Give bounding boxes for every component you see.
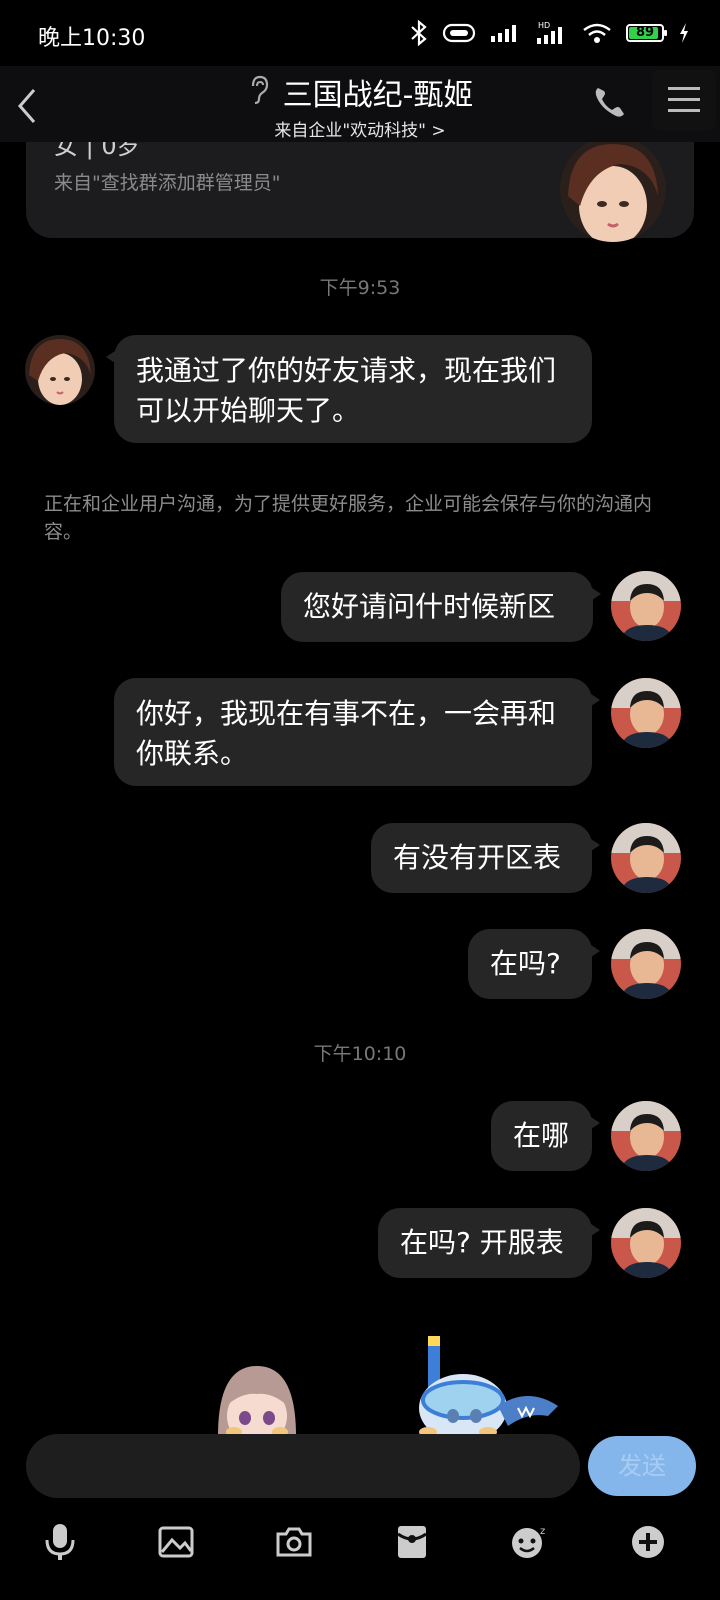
chat-header: 三国战纪-甄姬 来自企业"欢动科技" > (0, 66, 720, 142)
chat-toolbar: z (0, 1514, 720, 1584)
svg-text:HD: HD (538, 21, 550, 30)
profile-source: 来自"查找群添加群管理员" (54, 172, 281, 194)
status-bar: 晚上10:30 HD 89 (0, 0, 720, 70)
plus-icon[interactable] (620, 1514, 676, 1570)
emoji-icon[interactable]: z (502, 1514, 558, 1570)
message-bubble-right[interactable]: 在哪 (491, 1101, 600, 1171)
ear-icon[interactable] (247, 74, 271, 110)
message-bubble-right[interactable]: 在吗? (468, 929, 600, 999)
message-input[interactable] (26, 1434, 580, 1498)
status-time: 晚上10:30 (38, 26, 146, 51)
user-avatar[interactable] (611, 1208, 681, 1278)
hamburger-icon (668, 87, 700, 112)
message-bubble-right[interactable]: 在吗? 开服表 (378, 1208, 600, 1278)
timestamp: 下午9:53 (319, 277, 401, 299)
wifi-icon (582, 22, 612, 44)
sticker-diver (398, 1336, 562, 1442)
sticker-girl (212, 1366, 302, 1446)
charging-icon (678, 22, 690, 44)
contact-avatar[interactable] (25, 335, 95, 405)
bluetooth-icon (410, 20, 428, 46)
message-bubble-right[interactable]: 你好，我现在有事不在，一会再和你联系。 (114, 678, 600, 786)
user-avatar[interactable] (611, 823, 681, 893)
image-icon[interactable] (148, 1514, 204, 1570)
message-bubble-right[interactable]: 有没有开区表 (371, 823, 600, 893)
red-packet-icon[interactable] (384, 1514, 440, 1570)
signal-hd-icon: HD (536, 20, 568, 46)
status-icons: HD 89 (410, 18, 690, 48)
user-avatar[interactable] (611, 1101, 681, 1171)
chat-title: 三国战纪-甄姬 (282, 78, 474, 113)
message-bubble-left[interactable]: 我通过了你的好友请求，现在我们可以开始聊天了。 (106, 335, 592, 443)
contact-avatar (560, 136, 666, 242)
user-avatar[interactable] (611, 571, 681, 641)
phone-icon (595, 88, 624, 117)
timestamp: 下午10:10 (313, 1043, 407, 1065)
call-button[interactable] (590, 82, 630, 122)
send-button[interactable]: 发送 (588, 1436, 696, 1496)
mic-icon[interactable] (32, 1514, 88, 1570)
vibrate-icon (442, 22, 476, 44)
menu-button[interactable] (652, 70, 716, 130)
message-bubble-right[interactable]: 您好请问什时候新区 (281, 572, 601, 642)
input-bar: 发送 z (0, 1434, 720, 1600)
user-avatar[interactable] (611, 929, 681, 999)
battery-icon: 89 (626, 24, 667, 42)
signal-icon (490, 22, 522, 44)
user-avatar[interactable] (611, 678, 681, 748)
battery-level: 89 (635, 25, 655, 40)
enterprise-notice: 正在和企业用户沟通，为了提供更好服务，企业可能会保存与你的沟通内容。 (44, 493, 653, 543)
svg-text:z: z (540, 1526, 545, 1537)
camera-icon[interactable] (266, 1514, 322, 1570)
